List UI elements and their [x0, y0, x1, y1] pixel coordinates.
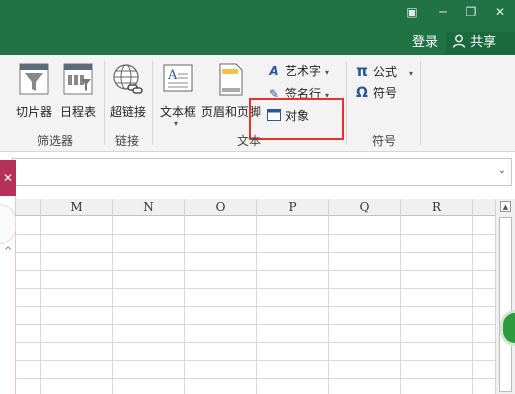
- ribbon-display-options-icon[interactable]: ▣: [401, 2, 423, 22]
- collapse-caret-icon[interactable]: ^: [4, 246, 12, 257]
- share-label: 共享: [470, 35, 497, 50]
- symbol-button[interactable]: Ω 符号: [354, 83, 397, 103]
- group-label-links: 链接: [115, 134, 140, 148]
- group-label-filters: 筛选器: [37, 134, 74, 148]
- column-header[interactable]: M: [41, 199, 113, 216]
- side-pane-close-icon[interactable]: ✕: [0, 160, 16, 196]
- timeline-icon: [63, 63, 93, 95]
- symbol-label: 符号: [373, 86, 398, 100]
- login-link[interactable]: 登录: [412, 31, 438, 55]
- grid-line: [16, 342, 495, 343]
- ribbon-separator: [420, 61, 421, 145]
- scrollbar-thumb[interactable]: [499, 217, 512, 392]
- header-footer-icon: [219, 63, 243, 96]
- column-header-partial[interactable]: [473, 199, 495, 216]
- group-label-symbols: 符号: [372, 134, 397, 148]
- omega-icon: Ω: [356, 85, 368, 101]
- equation-button[interactable]: π 公式 ▾: [354, 61, 413, 81]
- column-header[interactable]: Q: [329, 199, 401, 216]
- grid-line: [256, 216, 257, 394]
- globe-link-icon: [113, 64, 143, 94]
- textbox-label: 文本框: [159, 105, 196, 119]
- grid-line: [16, 252, 495, 253]
- person-icon: [452, 34, 466, 48]
- column-header[interactable]: R: [401, 199, 473, 216]
- hyperlink-label: 超链接: [109, 105, 146, 119]
- ribbon-separator: [104, 61, 105, 145]
- wordart-icon: A: [269, 64, 279, 78]
- ribbon-separator: [152, 61, 153, 145]
- textbox-dropdown-icon: ▾: [174, 119, 179, 128]
- ribbon-insert: 切片器 日程表 筛选器 超链接 链接 A 文本框 ▾ 页眉和页脚 A 艺术字 ▾…: [0, 55, 515, 152]
- textbox-icon: A: [163, 64, 193, 92]
- slicer-icon: [19, 63, 49, 95]
- grid-line: [328, 216, 329, 394]
- equation-dropdown-icon: ▾: [409, 69, 414, 78]
- column-header[interactable]: P: [257, 199, 329, 216]
- grid-line: [16, 324, 495, 325]
- wordart-dropdown-icon: ▾: [325, 68, 330, 77]
- close-button[interactable]: ✕: [489, 2, 511, 22]
- side-pane-tab[interactable]: [0, 204, 16, 244]
- share-button[interactable]: 共享: [446, 32, 515, 54]
- scroll-up-icon[interactable]: ▲: [500, 201, 511, 212]
- grid-line: [184, 216, 185, 394]
- grid-line: [40, 216, 41, 394]
- pi-icon: π: [356, 62, 368, 80]
- slicer-label: 切片器: [15, 105, 52, 119]
- grid-line: [16, 378, 495, 379]
- vertical-scrollbar[interactable]: ▲: [495, 199, 515, 394]
- grid-line: [16, 234, 495, 235]
- worksheet-grid[interactable]: M N O P Q R: [16, 199, 495, 394]
- hyperlink-button[interactable]: 超链接: [106, 63, 150, 119]
- column-header[interactable]: N: [113, 199, 185, 216]
- ribbon-separator: [346, 61, 347, 145]
- title-bar: ▣ ─ ❐ ✕ 登录 共享: [0, 0, 515, 55]
- textbox-button[interactable]: A 文本框 ▾: [156, 63, 200, 131]
- grid-line: [16, 288, 495, 289]
- slicer-button[interactable]: 切片器: [12, 63, 56, 119]
- grid-line: [16, 306, 495, 307]
- formula-input[interactable]: ⌄: [12, 158, 512, 186]
- group-label-text: 文本: [237, 134, 262, 148]
- column-header[interactable]: O: [185, 199, 257, 216]
- wordart-highlight-box: [249, 98, 344, 140]
- timeline-label: 日程表: [59, 105, 96, 119]
- minimize-button[interactable]: ─: [432, 2, 454, 22]
- equation-label: 公式: [373, 65, 398, 79]
- wordart-button[interactable]: A 艺术字 ▾: [266, 61, 329, 81]
- column-header-blank: [16, 199, 41, 216]
- svg-text:A: A: [167, 68, 178, 83]
- formula-bar-area: ⌄: [0, 152, 515, 192]
- restore-button[interactable]: ❐: [460, 2, 482, 22]
- wordart-label: 艺术字: [285, 64, 322, 78]
- grid-line: [16, 360, 495, 361]
- grid-line: [112, 216, 113, 394]
- timeline-button[interactable]: 日程表: [56, 63, 100, 119]
- grid-line: [400, 216, 401, 394]
- grid-line: [472, 216, 473, 394]
- expand-formula-icon[interactable]: ⌄: [498, 165, 506, 176]
- side-pane: ✕ ^: [0, 160, 16, 394]
- grid-line: [16, 270, 495, 271]
